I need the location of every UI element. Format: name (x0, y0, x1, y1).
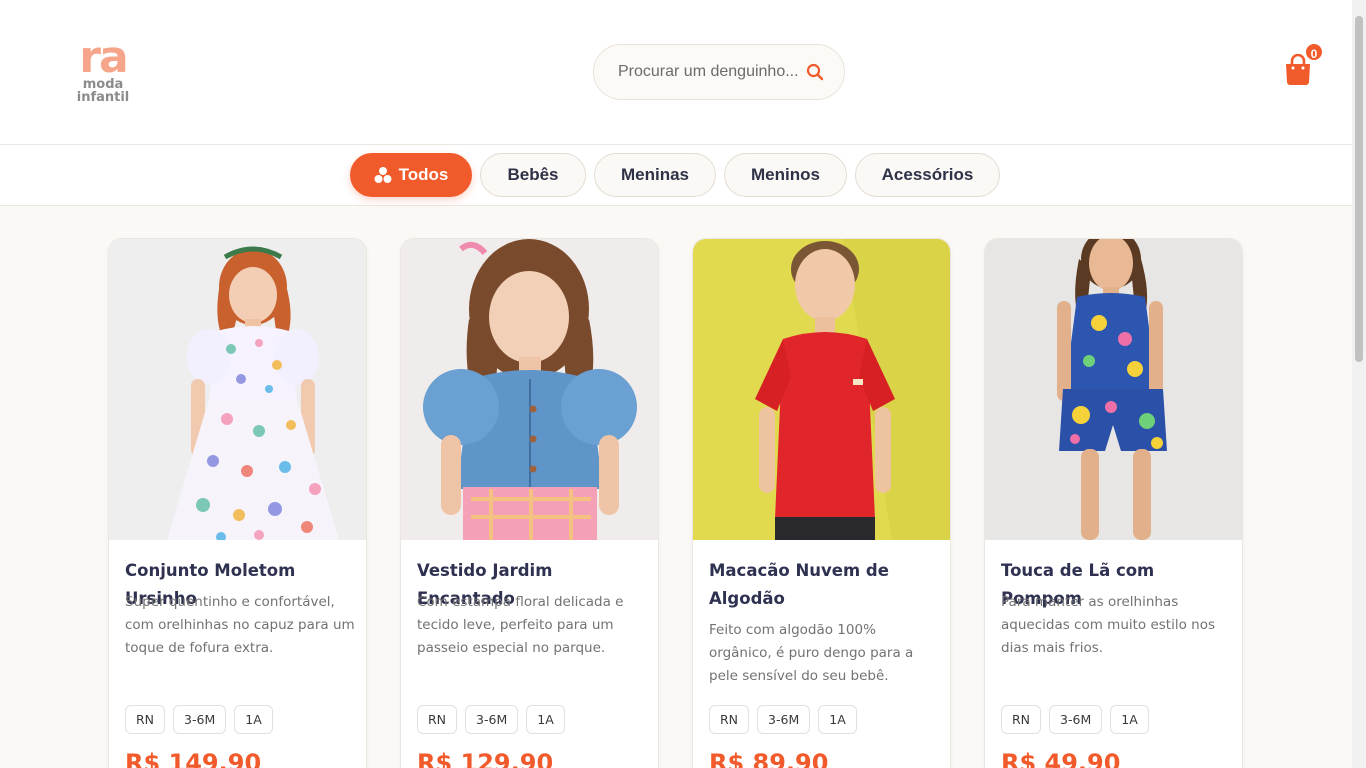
size-option-1a[interactable]: 1A (818, 705, 857, 734)
size-option-rn[interactable]: RN (417, 705, 458, 734)
search-input[interactable] (618, 63, 798, 81)
category-label: Bebês (507, 165, 559, 184)
size-options: RN 3-6M 1A (1001, 705, 1149, 734)
size-options: RN 3-6M 1A (709, 705, 857, 734)
category-label: Acessórios (881, 165, 974, 184)
product-price: R$ 89,90 (709, 749, 829, 768)
category-tab-acessorios[interactable]: Acessórios (855, 153, 1000, 197)
product-description: Para manter as orelhinhas aquecidas com … (1001, 594, 1216, 656)
logo-mark: ra (79, 32, 128, 83)
product-card[interactable]: Vestido Jardim Encantado Com estampa flo… (400, 238, 659, 768)
product-description: Com estampa floral delicada e tecido lev… (417, 594, 624, 656)
size-option-3-6m[interactable]: 3-6M (1049, 705, 1103, 734)
site-header: ra moda infantil (0, 0, 1352, 145)
size-option-rn[interactable]: RN (1001, 705, 1042, 734)
product-card[interactable]: Touca de Lã com Pompom Para manter as or… (984, 238, 1243, 768)
product-price: R$ 149,90 (125, 749, 262, 768)
cart-count-badge: 0 (1304, 42, 1324, 62)
category-tab-todos[interactable]: Todos (350, 153, 472, 197)
size-options: RN 3-6M 1A (125, 705, 273, 734)
product-card[interactable]: Conjunto Moletom Ursinho Super quentinho… (108, 238, 367, 768)
category-nav: Todos Bebês Meninas Meninos Acessórios (0, 145, 1352, 206)
product-image[interactable] (109, 239, 366, 540)
size-option-3-6m[interactable]: 3-6M (173, 705, 227, 734)
product-price: R$ 129,90 (417, 749, 554, 768)
category-label: Todos (398, 165, 449, 184)
search-icon[interactable] (806, 63, 824, 81)
logo-line-infantil: infantil (76, 90, 130, 105)
category-tab-meninas[interactable]: Meninas (594, 153, 716, 197)
product-image[interactable] (985, 239, 1242, 540)
search-box (593, 44, 845, 100)
size-option-rn[interactable]: RN (709, 705, 750, 734)
product-description: Feito com algodão 100% orgânico, é puro … (709, 622, 914, 684)
category-label: Meninas (620, 165, 690, 184)
product-price: R$ 49,90 (1001, 749, 1121, 768)
size-option-1a[interactable]: 1A (1110, 705, 1149, 734)
product-title[interactable]: Macacão Nuvem de Algodão (709, 557, 939, 613)
shapes-icon (374, 167, 392, 183)
size-option-rn[interactable]: RN (125, 705, 166, 734)
category-tab-meninos[interactable]: Meninos (724, 153, 847, 197)
category-label: Meninos (751, 165, 820, 184)
product-description: Super quentinho e confortável, com orelh… (125, 594, 355, 656)
page-scrollbar[interactable] (1352, 0, 1366, 768)
size-option-1a[interactable]: 1A (526, 705, 565, 734)
size-option-1a[interactable]: 1A (234, 705, 273, 734)
product-image[interactable] (693, 239, 950, 540)
product-card[interactable]: Macacão Nuvem de Algodão Feito com algod… (692, 238, 951, 768)
size-option-3-6m[interactable]: 3-6M (757, 705, 811, 734)
brand-logo[interactable]: ra moda infantil (72, 32, 134, 110)
size-option-3-6m[interactable]: 3-6M (465, 705, 519, 734)
size-options: RN 3-6M 1A (417, 705, 565, 734)
category-tab-bebes[interactable]: Bebês (480, 153, 586, 197)
product-image[interactable] (401, 239, 658, 540)
scrollbar-thumb[interactable] (1355, 16, 1363, 362)
